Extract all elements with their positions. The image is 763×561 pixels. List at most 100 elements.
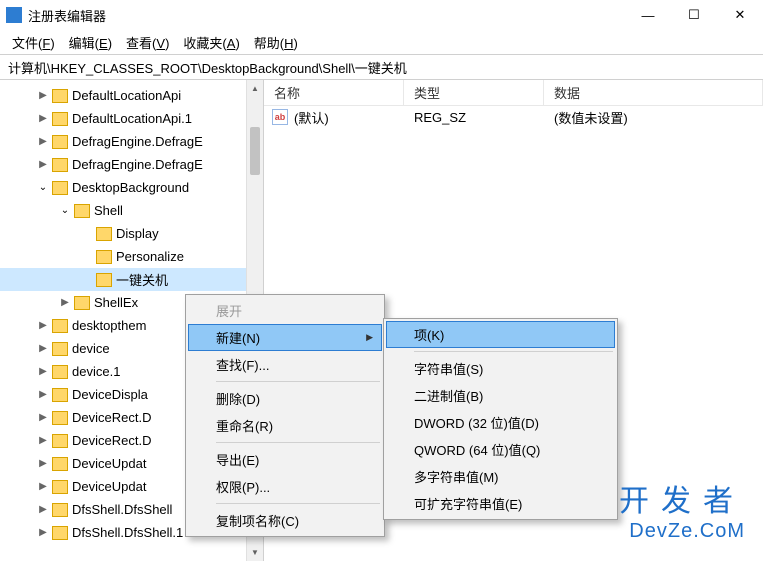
col-data[interactable]: 数据 xyxy=(544,80,763,105)
address-bar[interactable]: 计算机\HKEY_CLASSES_ROOT\DesktopBackground\… xyxy=(0,54,763,80)
folder-icon xyxy=(52,411,68,425)
expand-icon[interactable]: ▶ xyxy=(36,388,50,402)
folder-icon xyxy=(74,204,90,218)
menu-item[interactable]: 二进制值(B) xyxy=(386,382,615,409)
tree-item[interactable]: ⌄ DesktopBackground xyxy=(0,176,263,199)
menu-item[interactable]: 多字符串值(M) xyxy=(386,463,615,490)
expand-icon[interactable]: ▶ xyxy=(36,434,50,448)
tree-item[interactable]: Display xyxy=(0,222,263,245)
menu-separator xyxy=(216,442,380,443)
menu-item[interactable]: 导出(E) xyxy=(188,446,382,473)
scroll-thumb[interactable] xyxy=(250,127,260,175)
expand-icon[interactable]: ▶ xyxy=(36,480,50,494)
expand-icon[interactable]: ⌄ xyxy=(58,204,72,218)
tree-item[interactable]: ▶ DefaultLocationApi.1 xyxy=(0,107,263,130)
tree-label: DefaultLocationApi.1 xyxy=(72,111,198,126)
tree-label: DefaultLocationApi xyxy=(72,88,187,103)
expand-icon[interactable]: ▶ xyxy=(36,503,50,517)
expand-icon[interactable] xyxy=(80,227,94,241)
list-row[interactable]: ab(默认)REG_SZ(数值未设置) xyxy=(264,106,763,128)
menu-item[interactable]: QWORD (64 位)值(Q) xyxy=(386,436,615,463)
expand-icon[interactable]: ▶ xyxy=(36,411,50,425)
context-menu-new[interactable]: 项(K) 字符串值(S)二进制值(B)DWORD (32 位)值(D)QWORD … xyxy=(383,318,618,520)
folder-icon xyxy=(96,250,112,264)
scroll-up-icon[interactable]: ▲ xyxy=(247,80,263,97)
titlebar: 注册表编辑器 — ☐ ✕ xyxy=(0,0,763,30)
menu-item[interactable]: 删除(D) xyxy=(188,385,382,412)
tree-label: ShellEx xyxy=(94,295,144,310)
menu-favorites[interactable]: 收藏夹(A) xyxy=(177,31,245,54)
expand-icon[interactable]: ▶ xyxy=(36,457,50,471)
folder-icon xyxy=(96,227,112,241)
col-name[interactable]: 名称 xyxy=(264,80,404,105)
folder-icon xyxy=(52,181,68,195)
menu-item[interactable]: 重命名(R) xyxy=(188,412,382,439)
expand-icon[interactable]: ▶ xyxy=(36,342,50,356)
menu-item[interactable]: 查找(F)... xyxy=(188,351,382,378)
tree-item[interactable]: ⌄Shell xyxy=(0,199,263,222)
menu-edit[interactable]: 编辑(E) xyxy=(63,31,118,54)
tree-label: device.1 xyxy=(72,364,126,379)
tree-item[interactable]: ▶ DefaultLocationApi xyxy=(0,84,263,107)
expand-icon[interactable]: ▶ xyxy=(36,158,50,172)
menu-item[interactable]: 复制项名称(C) xyxy=(188,507,382,534)
menu-item[interactable]: 权限(P)... xyxy=(188,473,382,500)
expand-icon[interactable]: ⌄ xyxy=(36,181,50,195)
tree-label: DefragEngine.DefragE xyxy=(72,134,209,149)
minimize-button[interactable]: — xyxy=(625,0,671,30)
scroll-down-icon[interactable]: ▼ xyxy=(247,544,263,561)
expand-icon[interactable]: ▶ xyxy=(36,89,50,103)
menu-file[interactable]: 文件(F) xyxy=(6,31,61,54)
tree-label: desktopthem xyxy=(72,318,152,333)
folder-icon xyxy=(52,158,68,172)
folder-icon xyxy=(96,273,112,287)
expand-icon[interactable]: ▶ xyxy=(36,526,50,540)
folder-icon xyxy=(52,135,68,149)
menu-item[interactable]: 项(K) xyxy=(386,321,615,348)
menu-view[interactable]: 查看(V) xyxy=(120,31,175,54)
menu-separator xyxy=(414,351,613,352)
tree-label: Personalize xyxy=(116,249,190,264)
tree-item[interactable]: ▶ DefragEngine.DefragE xyxy=(0,130,263,153)
folder-icon xyxy=(52,526,68,540)
context-menu-main[interactable]: 展开新建(N)▶查找(F)...删除(D)重命名(R)导出(E)权限(P)...… xyxy=(185,294,385,537)
window-controls: — ☐ ✕ xyxy=(625,0,763,30)
maximize-button[interactable]: ☐ xyxy=(671,0,717,30)
menu-item[interactable]: 新建(N)▶ xyxy=(188,324,382,351)
tree-label: DeviceUpdat xyxy=(72,456,152,471)
submenu-arrow-icon: ▶ xyxy=(366,332,373,343)
tree-item[interactable]: ▶DefragEngine.DefragE xyxy=(0,153,263,176)
value-name: (默认) xyxy=(294,108,329,127)
folder-icon xyxy=(52,457,68,471)
list-body[interactable]: ab(默认)REG_SZ(数值未设置) xyxy=(264,106,763,128)
tree-label: DeviceDispla xyxy=(72,387,154,402)
expand-icon[interactable]: ▶ xyxy=(36,365,50,379)
list-header: 名称 类型 数据 xyxy=(264,80,763,106)
folder-icon xyxy=(52,388,68,402)
folder-icon xyxy=(52,434,68,448)
menu-item[interactable]: 字符串值(S) xyxy=(386,355,615,382)
close-button[interactable]: ✕ xyxy=(717,0,763,30)
tree-label: DesktopBackground xyxy=(72,180,195,195)
tree-item[interactable]: Personalize xyxy=(0,245,263,268)
expand-icon[interactable] xyxy=(80,273,94,287)
menu-help[interactable]: 帮助(H) xyxy=(248,31,304,54)
tree-label: DeviceRect.D xyxy=(72,410,157,425)
app-icon xyxy=(6,7,22,23)
tree-label: DfsShell.DfsShell.1 xyxy=(72,525,189,540)
col-type[interactable]: 类型 xyxy=(404,80,544,105)
expand-icon[interactable]: ▶ xyxy=(36,135,50,149)
tree-label: Display xyxy=(116,226,165,241)
folder-icon xyxy=(52,342,68,356)
tree-label: device xyxy=(72,341,116,356)
tree-item[interactable]: 一键关机 xyxy=(0,268,263,291)
folder-icon xyxy=(52,503,68,517)
menu-item[interactable]: 可扩充字符串值(E) xyxy=(386,490,615,517)
folder-icon xyxy=(52,365,68,379)
expand-icon[interactable]: ▶ xyxy=(36,112,50,126)
tree-label: 一键关机 xyxy=(116,270,174,289)
expand-icon[interactable]: ▶ xyxy=(36,319,50,333)
expand-icon[interactable] xyxy=(80,250,94,264)
menu-item[interactable]: DWORD (32 位)值(D) xyxy=(386,409,615,436)
expand-icon[interactable]: ▶ xyxy=(58,296,72,310)
